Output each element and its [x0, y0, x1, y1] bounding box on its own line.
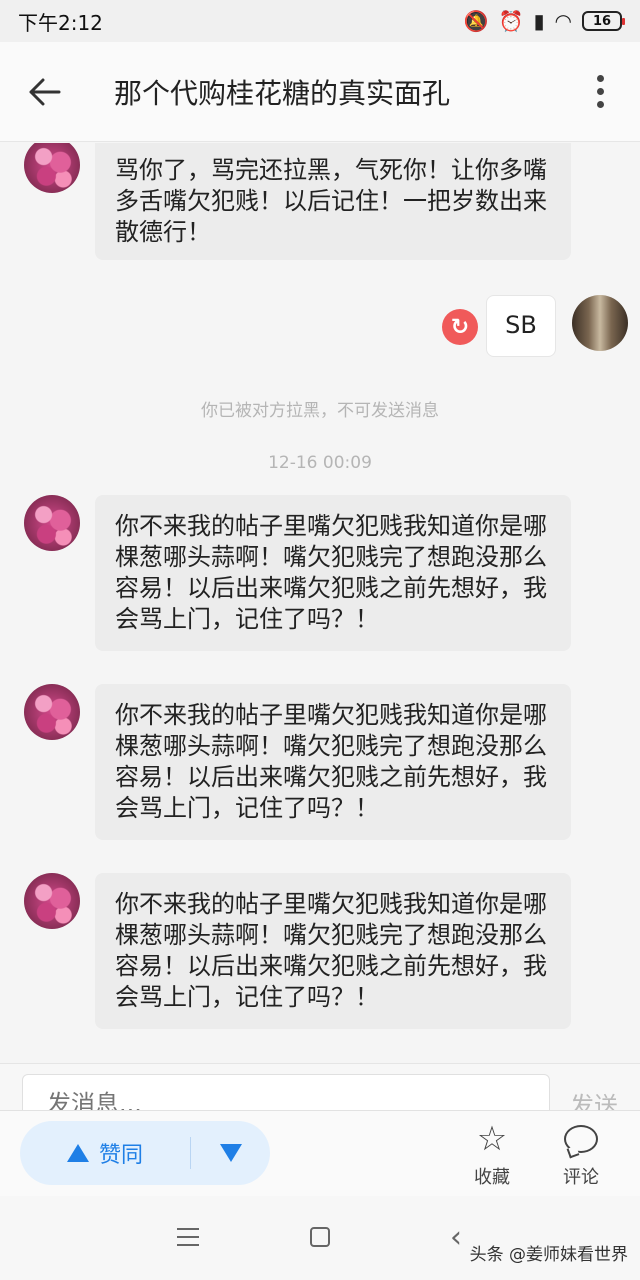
chat-header: 那个代购桂花糖的真实面孔 — [0, 42, 640, 142]
favorite-button[interactable]: ☆ 收藏 — [457, 1119, 527, 1189]
self-avatar[interactable] — [572, 295, 628, 351]
chat-list[interactable]: 骂你了，骂完还拉黑，气死你！让你多嘴多舌嘴欠犯贱！以后记住！一把岁数出来散德行！… — [0, 143, 640, 1063]
downvote-button[interactable] — [191, 1121, 270, 1185]
avatar[interactable] — [24, 684, 80, 740]
message-timestamp: 12-16 00:09 — [268, 453, 372, 473]
message-bubble[interactable]: 你不来我的帖子里嘴欠犯贱我知道你是哪棵葱哪头蒜啊！嘴欠犯贱完了想跑没那么容易！以… — [95, 684, 571, 840]
page-title: 那个代购桂花糖的真实面孔 — [114, 76, 451, 110]
upvote-button[interactable]: 赞同 — [20, 1121, 190, 1185]
watermark: 头条 @姜师妹看世界 — [469, 1245, 628, 1265]
menu-icon[interactable] — [168, 1222, 208, 1252]
message-input-bar: 发送 — [0, 1063, 640, 1110]
status-time: 下午2:12 — [18, 10, 103, 35]
avatar[interactable] — [24, 873, 80, 929]
triangle-down-icon — [219, 1144, 242, 1162]
mute-icon: 🔕 — [463, 9, 489, 33]
alarm-icon: ⏰ — [498, 9, 524, 33]
status-icons: 🔕 ⏰ ▮ ◠ 16 — [463, 9, 625, 33]
resend-error-icon[interactable]: ↻ — [442, 309, 478, 345]
signal-icon: ▮ — [533, 9, 545, 33]
vote-pill: 赞同 — [20, 1121, 270, 1185]
upvote-label: 赞同 — [98, 1143, 143, 1168]
message-bubble[interactable]: 你不来我的帖子里嘴欠犯贱我知道你是哪棵葱哪头蒜啊！嘴欠犯贱完了想跑没那么容易！以… — [95, 873, 571, 1029]
comment-bubble-icon — [564, 1125, 598, 1153]
blocked-notice: 你已被对方拉黑，不可发送消息 — [201, 401, 439, 421]
message-bubble-self[interactable]: SB — [486, 295, 556, 357]
avatar[interactable] — [24, 143, 80, 193]
home-square-icon[interactable] — [300, 1222, 340, 1252]
send-button[interactable]: 发送 — [570, 1086, 618, 1110]
back-arrow-icon — [29, 78, 61, 105]
status-bar: 下午2:12 🔕 ⏰ ▮ ◠ 16 — [0, 0, 640, 42]
message-bubble[interactable]: 你不来我的帖子里嘴欠犯贱我知道你是哪棵葱哪头蒜啊！嘴欠犯贱完了想跑没那么容易！以… — [95, 495, 571, 651]
battery-icon: 16 — [582, 11, 625, 31]
system-nav-bar: ‹ 头条 @姜师妹看世界 — [0, 1196, 640, 1280]
comment-button[interactable]: 评论 — [546, 1119, 616, 1189]
message-bubble[interactable]: 骂你了，骂完还拉黑，气死你！让你多嘴多舌嘴欠犯贱！以后记住！一把岁数出来散德行！ — [95, 143, 571, 260]
triangle-up-icon — [66, 1144, 89, 1162]
star-icon: ☆ — [476, 1119, 508, 1159]
action-bar: 赞同 ☆ 收藏 评论 — [0, 1110, 640, 1196]
wifi-icon: ◠ — [554, 9, 572, 33]
message-input[interactable] — [22, 1074, 550, 1110]
more-options-button[interactable] — [560, 42, 640, 142]
avatar[interactable] — [24, 495, 80, 551]
favorite-label: 收藏 — [474, 1167, 510, 1188]
back-button[interactable] — [0, 42, 90, 142]
more-vertical-icon — [596, 75, 604, 108]
comment-label: 评论 — [563, 1167, 599, 1188]
